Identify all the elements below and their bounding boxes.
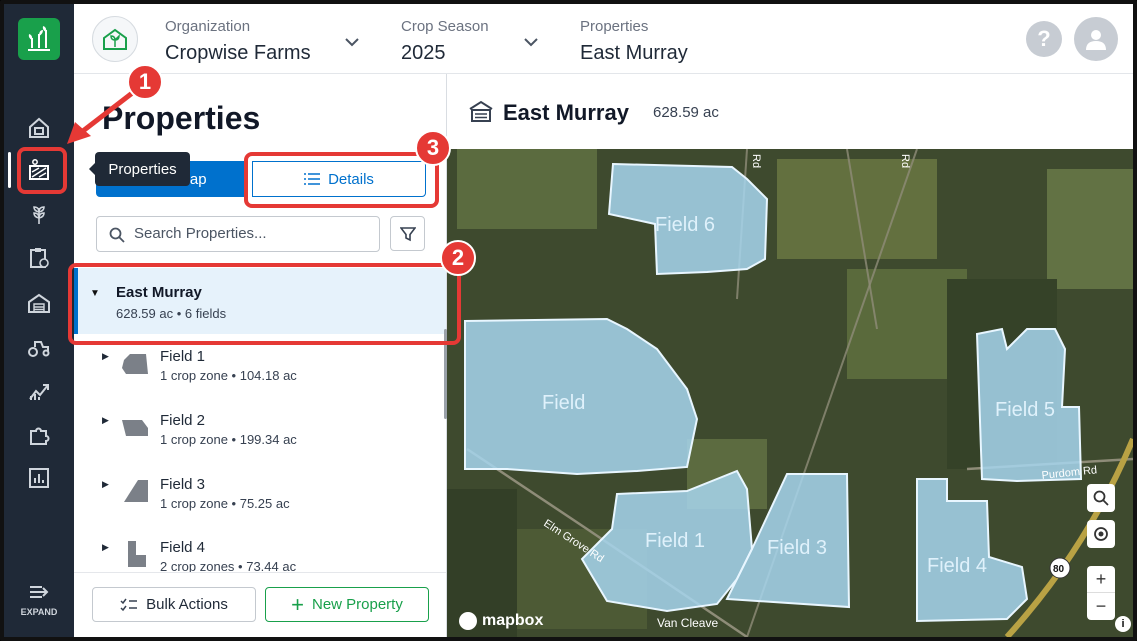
field-name: Field 4	[160, 539, 206, 556]
org-avatar-icon	[92, 16, 138, 62]
new-property-label: New Property	[311, 596, 403, 613]
locate-icon	[1094, 527, 1108, 541]
open-field	[457, 149, 597, 229]
reports-chart-icon[interactable]	[21, 462, 57, 494]
tooltip-arrow	[89, 163, 95, 175]
analytics-trend-icon[interactable]	[21, 375, 57, 407]
storage-icon[interactable]	[21, 287, 57, 319]
annotation-badge-2: 2	[440, 240, 476, 276]
annotation-box-3	[244, 152, 439, 208]
open-field	[1047, 169, 1133, 289]
app-window: EXPAND Organization Cropwise Farms Crop …	[0, 0, 1137, 641]
expand-icon	[30, 586, 49, 598]
info-icon: i	[1121, 618, 1125, 630]
bulk-actions-button[interactable]: Bulk Actions	[92, 587, 256, 622]
plans-clipboard-icon[interactable]	[21, 242, 57, 274]
search-input[interactable]: Search Properties...	[96, 216, 380, 252]
highway-number: 80	[1053, 564, 1065, 575]
field-row-1[interactable]: ▶ Field 1 1 crop zone • 104.18 ac	[102, 348, 432, 404]
expand-caret-icon[interactable]: ▶	[102, 415, 109, 426]
map-area-acres: 628.59 ac	[653, 104, 719, 121]
map-field-label-4: Field 4	[927, 555, 987, 577]
expand-label: EXPAND	[20, 607, 58, 617]
search-icon	[109, 227, 125, 243]
annotation-badge-3: 3	[415, 130, 451, 166]
mapbox-logo-icon	[459, 612, 477, 630]
org-value: Cropwise Farms	[165, 42, 311, 64]
field-sub: 1 crop zone • 104.18 ac	[160, 368, 297, 383]
org-label: Organization	[165, 18, 251, 35]
season-value: 2025	[401, 42, 446, 64]
filter-button[interactable]	[390, 216, 425, 251]
map-info-button[interactable]: i	[1115, 616, 1131, 632]
road-label: Van Cleave	[657, 616, 718, 630]
map-field-label-5: Field 5	[995, 399, 1055, 421]
road-label: Rd	[899, 154, 911, 168]
zoom-in-button[interactable]: +	[1087, 566, 1115, 593]
field-shape-icon	[128, 541, 146, 567]
search-icon	[1093, 490, 1109, 506]
field-name: Field 1	[160, 348, 206, 365]
map-title: East Murray	[503, 100, 629, 125]
expand-button[interactable]: EXPAND	[4, 584, 74, 624]
search-placeholder: Search Properties...	[134, 225, 267, 242]
user-avatar-button[interactable]	[1074, 17, 1118, 61]
map-field-label-2: Field	[542, 392, 585, 414]
mapbox-logo: mapbox	[459, 610, 543, 632]
expand-caret-icon[interactable]: ▶	[102, 542, 109, 553]
map-search-button[interactable]	[1087, 484, 1115, 512]
field-name: Field 2	[160, 412, 206, 429]
filter-icon	[399, 226, 416, 241]
satellite-map[interactable]: Field 6 Field 5 Field 1 Field 3 Field 4 …	[447, 149, 1133, 637]
map-locate-button[interactable]	[1087, 520, 1115, 548]
new-property-button[interactable]: + New Property	[265, 587, 429, 622]
checklist-icon	[120, 598, 138, 611]
help-icon: ?	[1037, 26, 1051, 51]
annotation-box-1	[17, 147, 67, 194]
equipment-tractor-icon[interactable]	[21, 331, 57, 363]
active-nav-indicator	[8, 152, 11, 188]
map-area: East Murray 628.59 ac Field 6 Field 5 Fi…	[447, 74, 1133, 637]
home-icon[interactable]	[21, 112, 57, 144]
field-shape-icon	[124, 480, 148, 502]
map-field-label-1: Field 1	[645, 530, 705, 552]
top-bar: Organization Cropwise Farms Crop Season …	[74, 4, 1133, 74]
org-chevron-down-icon[interactable]	[344, 34, 362, 48]
field-row-3[interactable]: ▶ Field 3 1 crop zone • 75.25 ac	[102, 476, 432, 532]
integrations-puzzle-icon[interactable]	[21, 419, 57, 451]
map-field-label-3: Field 3	[767, 537, 827, 559]
mapbox-label: mapbox	[482, 612, 544, 629]
cropwise-logo	[18, 18, 60, 60]
field-sub: 1 crop zone • 75.25 ac	[160, 496, 290, 511]
field-shape-icon	[122, 354, 148, 374]
field-row-2[interactable]: ▶ Field 2 1 crop zone • 199.34 ac	[102, 412, 432, 468]
properties-label: Properties	[580, 18, 649, 35]
properties-tooltip: Properties	[89, 152, 190, 186]
plus-icon: +	[291, 591, 304, 617]
expand-caret-icon[interactable]: ▶	[102, 479, 109, 490]
field-name: Field 3	[160, 476, 206, 493]
season-chevron-down-icon[interactable]	[523, 34, 541, 48]
map-field-label-6: Field 6	[655, 214, 715, 236]
field-sub: 1 crop zone • 199.34 ac	[160, 432, 297, 447]
user-icon	[1086, 30, 1106, 50]
tooltip-text: Properties	[108, 160, 177, 178]
annotation-box-2	[68, 263, 461, 345]
property-header-icon	[469, 100, 493, 122]
crop-icon[interactable]	[21, 198, 57, 230]
map-zoom-control: + −	[1087, 566, 1115, 620]
bulk-actions-label: Bulk Actions	[146, 596, 228, 613]
properties-value: East Murray	[580, 42, 688, 64]
annotation-badge-1: 1	[127, 64, 163, 100]
zoom-out-button[interactable]: −	[1087, 593, 1115, 620]
field-shape-icon	[122, 420, 148, 436]
road-label: Rd	[750, 154, 762, 168]
season-label: Crop Season	[401, 18, 489, 35]
help-button[interactable]: ?	[1026, 21, 1062, 57]
expand-caret-icon[interactable]: ▶	[102, 351, 109, 362]
